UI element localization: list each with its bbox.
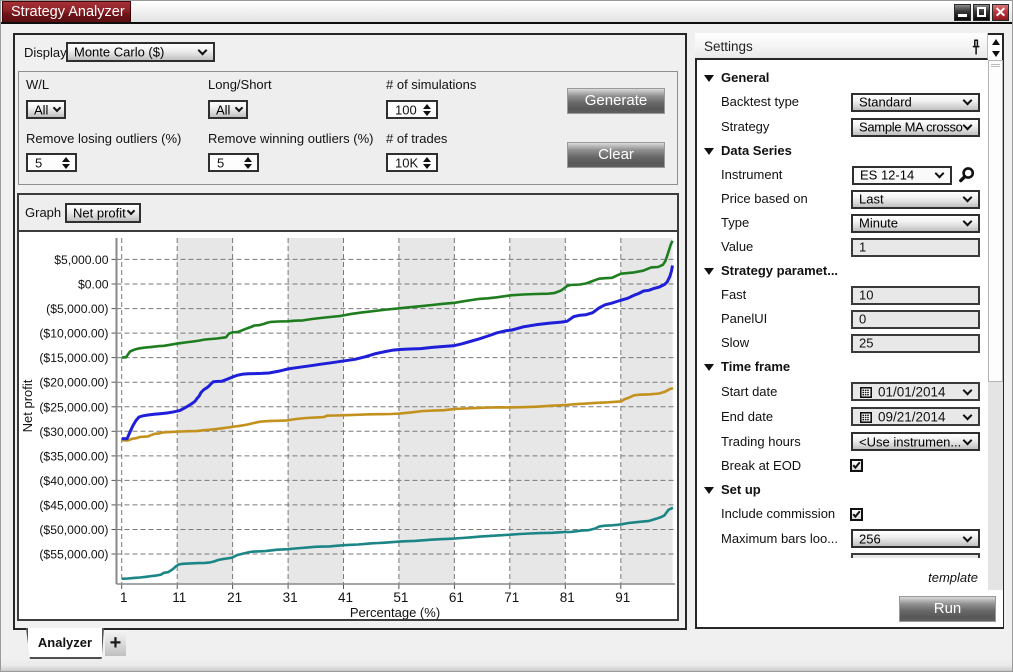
svg-text:Percentage (%): Percentage (%)	[350, 605, 440, 619]
svg-text:($25,000.00): ($25,000.00)	[39, 400, 108, 414]
svg-text:($40,000.00): ($40,000.00)	[39, 474, 108, 488]
svg-text:($50,000.00): ($50,000.00)	[39, 523, 108, 537]
svg-text:($30,000.00): ($30,000.00)	[39, 425, 108, 439]
svg-text:$0.00: $0.00	[78, 278, 109, 292]
svg-text:21: 21	[227, 590, 242, 605]
svg-text:($45,000.00): ($45,000.00)	[39, 498, 108, 512]
svg-text:11: 11	[172, 590, 186, 605]
svg-text:31: 31	[283, 590, 298, 605]
svg-text:($10,000.00): ($10,000.00)	[39, 327, 108, 341]
svg-text:91: 91	[615, 590, 630, 605]
svg-text:$5,000.00: $5,000.00	[54, 253, 108, 267]
svg-text:($5,000.00): ($5,000.00)	[46, 302, 108, 316]
svg-text:1: 1	[120, 590, 128, 605]
svg-text:81: 81	[560, 590, 575, 605]
svg-text:51: 51	[393, 590, 408, 605]
svg-text:Net profit: Net profit	[20, 379, 35, 432]
svg-text:($55,000.00): ($55,000.00)	[39, 548, 108, 562]
svg-text:41: 41	[338, 590, 353, 605]
svg-text:71: 71	[504, 590, 519, 605]
svg-text:($15,000.00): ($15,000.00)	[39, 351, 108, 365]
svg-text:($35,000.00): ($35,000.00)	[39, 449, 108, 463]
svg-text:($20,000.00): ($20,000.00)	[39, 376, 108, 390]
svg-text:61: 61	[449, 590, 464, 605]
